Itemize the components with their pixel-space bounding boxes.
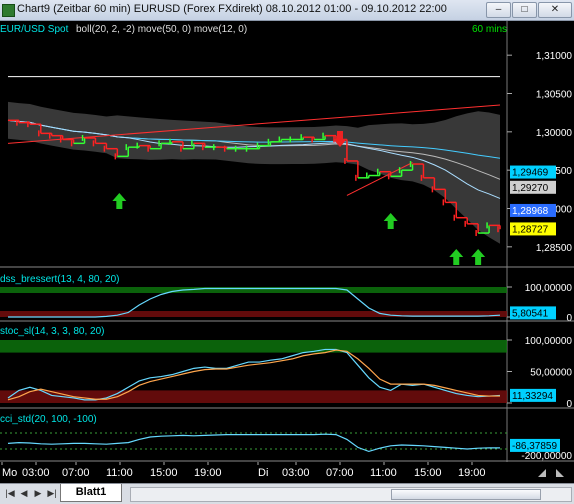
time-tick-label: 15:00 — [150, 467, 178, 479]
time-tick-label: 11:00 — [370, 467, 397, 479]
cci-panel: -86,37859-200,00000 — [0, 432, 572, 462]
chart-svg[interactable]: EUR/USD Spot boll(20, 2, -2) move(50, 0)… — [0, 21, 574, 483]
dss-legend: dss_bressert(13, 4, 80, 20) — [0, 274, 120, 285]
title-bar: Chart9 (Zeitbar 60 min) EURUSD (Forex FX… — [0, 0, 574, 21]
minimize-button[interactable]: – — [486, 2, 511, 18]
time-tick-label: Di — [258, 467, 268, 479]
maximize-button[interactable]: □ — [512, 2, 537, 18]
stoc-panel: 100,0000050,00000011,33294 — [0, 336, 572, 410]
interval-label: 60 mins — [472, 24, 507, 35]
price-tick-label: 1,30000 — [536, 128, 573, 139]
time-tick-label: Mo — [2, 467, 17, 479]
dss-panel: 100,00000 0 5,80541 — [0, 283, 572, 324]
next-sheet-icon[interactable]: ▶ — [32, 487, 44, 500]
first-sheet-icon[interactable]: |◀ — [4, 487, 16, 500]
app-icon — [2, 4, 15, 17]
chart-area[interactable]: EUR/USD Spot boll(20, 2, -2) move(50, 0)… — [0, 21, 574, 485]
indicator-tick-label: 0 — [566, 313, 572, 324]
prev-sheet-icon[interactable]: ◀ — [18, 487, 30, 500]
indicator-tick-label: 100,00000 — [525, 336, 573, 347]
price-tick-label: 1,28500 — [536, 243, 573, 254]
time-tick-label: 19:00 — [194, 467, 222, 479]
sheet-tab[interactable]: Blatt1 — [60, 484, 122, 502]
price-tag-label: 1,29469 — [512, 168, 549, 179]
overbought-zone — [0, 340, 507, 353]
indicator-tick-label: 100,00000 — [525, 283, 573, 294]
time-tick-label: 07:00 — [62, 467, 90, 479]
price-tag-label: 1,28727 — [512, 224, 549, 235]
time-tick-label: 03:00 — [22, 467, 50, 479]
indicator-tag-label: 11,33294 — [512, 391, 553, 402]
close-button[interactable]: ✕ — [538, 2, 572, 18]
time-tick-label: 11:00 — [106, 467, 133, 479]
price-tag-label: 1,29270 — [512, 183, 549, 194]
time-tick-label: 07:00 — [326, 467, 354, 479]
time-tick-label: 03:00 — [282, 467, 310, 479]
window-title: Chart9 (Zeitbar 60 min) EURUSD (Forex FX… — [17, 3, 447, 15]
price-tick-label: 1,30500 — [536, 90, 573, 101]
scrollbar-thumb[interactable] — [391, 489, 541, 500]
price-tag-label: 1,28968 — [512, 206, 549, 217]
last-sheet-icon[interactable]: ▶| — [46, 487, 58, 500]
time-tick-label: 19:00 — [458, 467, 486, 479]
indicator-tick-label: 50,00000 — [530, 368, 572, 379]
cci-legend: cci_std(20, 100, -100) — [0, 414, 97, 425]
price-tick-label: 1,31000 — [536, 51, 573, 62]
price-legend-studies: boll(20, 2, -2) move(50, 0) move(12, 0) — [76, 24, 247, 35]
price-legend-symbol: EUR/USD Spot — [0, 24, 69, 35]
time-tick-label: 15:00 — [414, 467, 442, 479]
price-tags: 1,29469 1,29270 1,28968 1,28727 — [510, 165, 556, 236]
stoc-legend: stoc_sl(14, 3, 3, 80, 20) — [0, 326, 105, 337]
sheet-bar: |◀ ◀ ▶ ▶| Blatt1 — [0, 483, 574, 504]
indicator-tag-label: 5,80541 — [512, 308, 549, 319]
cci-tick-label: -200,00000 — [521, 451, 572, 462]
horizontal-scrollbar[interactable] — [130, 487, 572, 502]
